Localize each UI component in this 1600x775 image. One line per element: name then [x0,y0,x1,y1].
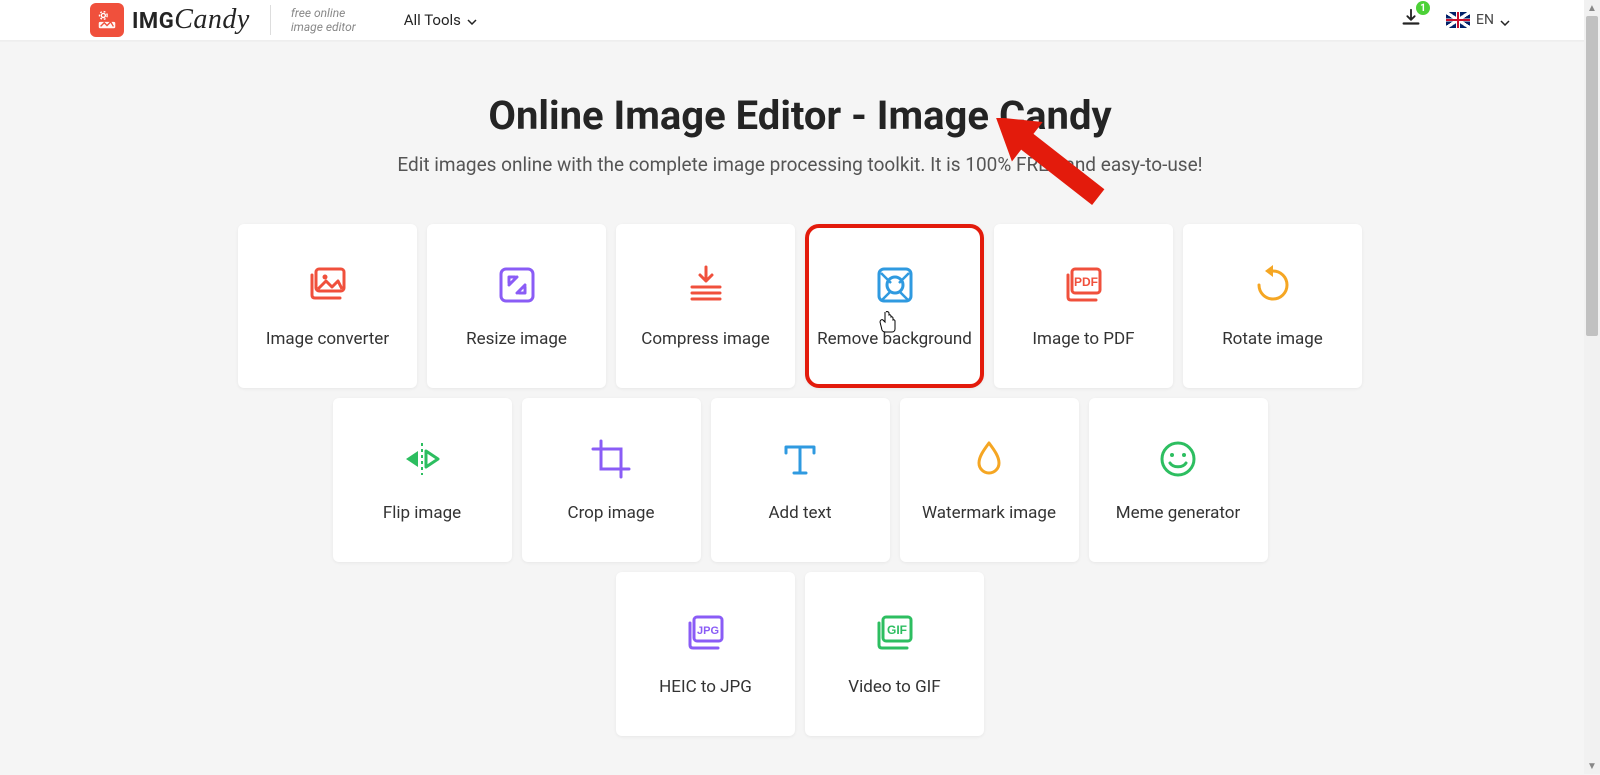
tools-row-3: HEIC to JPG Video to GIF [616,572,984,736]
scrollbar[interactable]: ▲ ▼ [1584,0,1600,774]
tool-label: Rotate image [1222,329,1323,349]
brand-tagline: free online image editor [291,6,356,35]
tool-label: Compress image [641,329,769,349]
tool-resize-image[interactable]: Resize image [427,224,606,388]
scrollbar-thumb[interactable] [1586,16,1598,336]
header-bar: IMGCandy free online image editor All To… [0,0,1600,40]
tool-label: Remove background [817,329,972,349]
tool-label: Crop image [568,503,655,523]
pdf-icon [1062,263,1106,307]
brand-suffix: Candy [174,4,250,35]
tool-add-text[interactable]: Add text [711,398,890,562]
page-subtitle: Edit images online with the complete ima… [0,153,1600,176]
crop-icon [589,437,633,481]
tool-meme-generator[interactable]: Meme generator [1089,398,1268,562]
uk-flag-icon [1446,12,1470,28]
chevron-down-icon [467,11,477,29]
all-tools-label: All Tools [404,11,461,29]
tool-label: Image to PDF [1032,329,1134,349]
tool-label: Flip image [383,503,461,523]
tool-label: HEIC to JPG [659,677,752,697]
jpg-icon [684,611,728,655]
text-icon [778,437,822,481]
chevron-down-icon [1500,11,1510,30]
tagline-line1: free online [291,6,356,20]
download-icon [1400,14,1422,33]
watermark-icon [967,437,1011,481]
logo[interactable]: IMGCandy free online image editor [90,3,356,37]
tool-image-converter[interactable]: Image converter [238,224,417,388]
flip-icon [400,437,444,481]
tool-watermark-image[interactable]: Watermark image [900,398,1079,562]
brand-icon [90,3,124,37]
tool-heic-to-jpg[interactable]: HEIC to JPG [616,572,795,736]
tool-compress-image[interactable]: Compress image [616,224,795,388]
tool-video-to-gif[interactable]: Video to GIF [805,572,984,736]
gif-icon [873,611,917,655]
remove-bg-icon [873,263,917,307]
tool-remove-background[interactable]: Remove background [805,224,984,388]
tagline-line2: image editor [291,20,356,34]
tool-label: Watermark image [922,503,1056,523]
tool-label: Meme generator [1116,503,1241,523]
tool-flip-image[interactable]: Flip image [333,398,512,562]
download-count-badge: 1 [1416,1,1430,15]
scroll-down-icon[interactable]: ▼ [1584,758,1600,774]
tools-row-2: Flip image Crop image Add text Watermark im… [333,398,1268,562]
tool-label: Resize image [466,329,567,349]
logo-divider [270,5,271,35]
tools-row-1: Image converter Resize image Compress imag… [238,224,1362,388]
tool-rotate-image[interactable]: Rotate image [1183,224,1362,388]
page-title: Online Image Editor - Image Candy [0,92,1600,139]
meme-icon [1156,437,1200,481]
scroll-up-icon[interactable]: ▲ [1584,0,1600,16]
brand-prefix: IMG [132,9,174,34]
tool-label: Image converter [266,329,389,349]
image-stack-icon [306,263,350,307]
tools-grid: Image converter Resize image Compress imag… [0,224,1600,736]
language-label: EN [1476,12,1494,28]
tool-label: Add text [768,503,831,523]
language-selector[interactable]: EN [1446,11,1510,30]
tool-label: Video to GIF [848,677,940,697]
resize-icon [495,263,539,307]
brand-text: IMGCandy [132,4,250,36]
all-tools-dropdown[interactable]: All Tools [404,11,477,29]
tool-image-to-pdf[interactable]: Image to PDF [994,224,1173,388]
downloads-button[interactable]: 1 [1400,7,1422,33]
main-content: Online Image Editor - Image Candy Edit i… [0,41,1600,775]
compress-icon [684,263,728,307]
rotate-icon [1251,263,1295,307]
tool-crop-image[interactable]: Crop image [522,398,701,562]
